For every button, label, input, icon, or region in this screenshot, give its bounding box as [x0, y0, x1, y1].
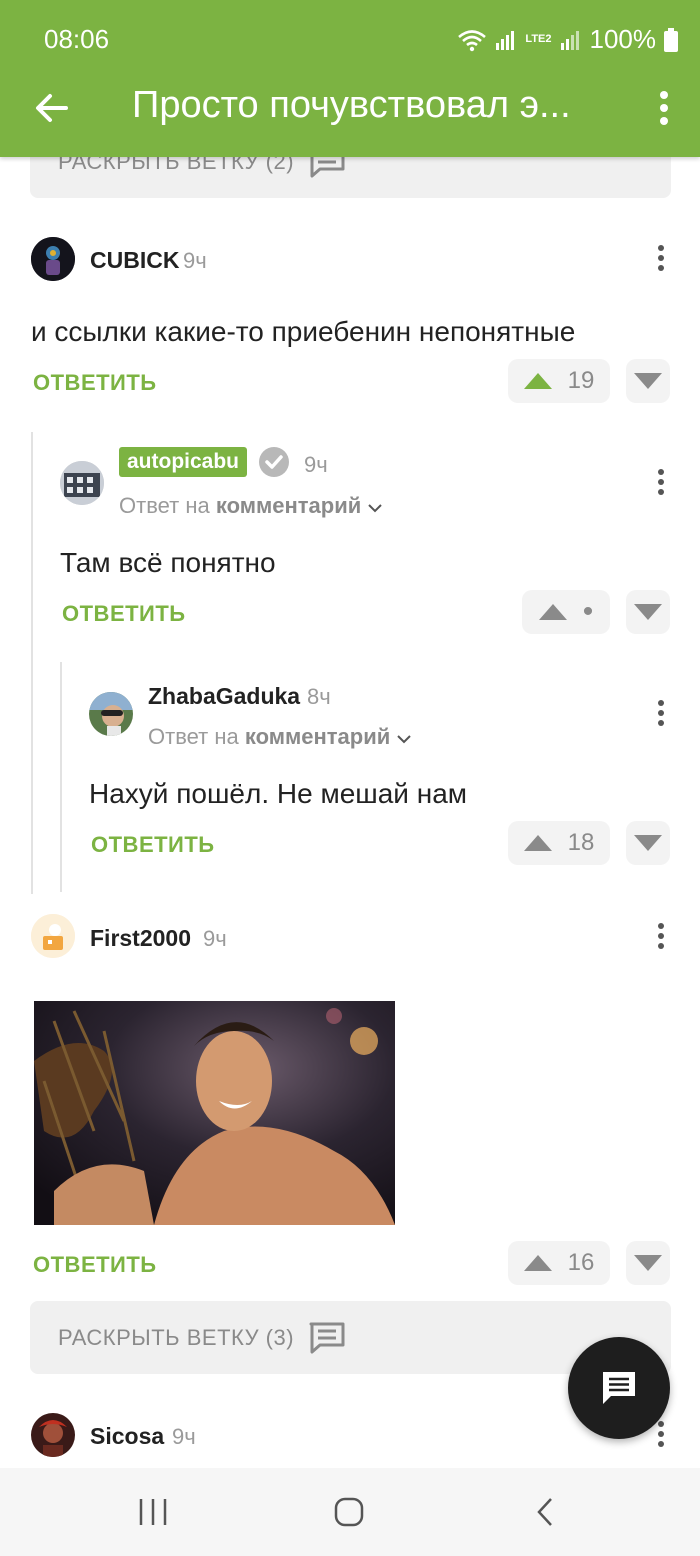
reply-button[interactable]: ОТВЕТИТЬ — [33, 370, 157, 396]
back-chevron-icon — [537, 1498, 552, 1526]
downvote-button[interactable] — [626, 821, 670, 865]
upvote-button[interactable]: • — [522, 590, 610, 634]
more-vert-icon[interactable] — [656, 699, 666, 727]
comment-time: 9ч — [203, 926, 227, 951]
comment-image[interactable] — [34, 1001, 395, 1225]
comment-time: 9ч — [172, 1424, 196, 1449]
reply-to-prefix: Ответ на — [119, 493, 210, 518]
avatar[interactable] — [31, 237, 75, 281]
more-vert-icon[interactable] — [656, 244, 666, 272]
avatar[interactable] — [31, 1413, 75, 1457]
status-icons: LTE2 100% — [457, 24, 678, 55]
app-bar: 08:06 LTE2 100% Просто почувствовал э... — [0, 0, 700, 157]
lte-label: LTE2 — [525, 33, 552, 45]
reply-to-target: комментарий — [244, 724, 391, 749]
arrow-up-icon — [523, 1255, 552, 1271]
chevron-down-icon — [397, 735, 412, 744]
more-vert-icon[interactable] — [656, 922, 666, 950]
avatar[interactable] — [31, 914, 75, 958]
write-comment-fab[interactable] — [568, 1337, 670, 1439]
thread-line — [60, 662, 62, 892]
home-button[interactable] — [327, 1490, 371, 1534]
comment-text: и ссылки какие-то приебенин непонятные — [31, 316, 576, 347]
avatar-image — [31, 914, 75, 958]
page-title: Просто почувствовал э... — [132, 84, 571, 126]
comment-text: Там всё понятно — [60, 547, 276, 578]
signal-icon — [496, 30, 515, 50]
system-back-button[interactable] — [523, 1490, 567, 1534]
username[interactable]: Sicosa — [90, 1423, 164, 1450]
username[interactable]: ZhabaGaduka — [148, 683, 300, 710]
reply-to-link[interactable]: Ответ на комментарий — [119, 493, 383, 519]
reply-to-link[interactable]: Ответ на комментарий — [148, 724, 412, 750]
arrow-down-icon — [634, 373, 662, 389]
comment-icon — [603, 1372, 635, 1404]
arrow-down-icon — [634, 1255, 662, 1271]
upvote-button[interactable]: 19 — [508, 359, 610, 403]
status-time: 08:06 — [44, 24, 110, 54]
back-button[interactable] — [30, 86, 74, 130]
expand-thread-label: РАСКРЫТЬ ВЕТКУ (3) — [58, 1324, 295, 1350]
comment-time: 9ч — [304, 452, 328, 477]
status-bar: 08:06 LTE2 100% — [0, 0, 700, 80]
arrow-up-icon — [523, 373, 552, 389]
comment-time: 9ч — [183, 248, 207, 273]
wifi-icon — [458, 29, 487, 51]
recent-apps-icon — [139, 1499, 167, 1525]
avatar-image — [31, 237, 75, 281]
username[interactable]: First2000 — [90, 925, 191, 952]
reply-button[interactable]: ОТВЕТИТЬ — [91, 832, 215, 858]
avatar[interactable] — [89, 692, 133, 736]
battery-icon — [664, 27, 678, 52]
reply-to-target: комментарий — [215, 493, 362, 518]
system-nav-bar — [0, 1468, 700, 1556]
reply-to-prefix: Ответ на — [148, 724, 239, 749]
more-vert-icon[interactable] — [656, 1420, 666, 1448]
avatar[interactable] — [60, 461, 104, 505]
arrow-down-icon — [634, 835, 662, 851]
avatar-image — [89, 692, 133, 736]
comment-time: 8ч — [307, 684, 331, 709]
verified-icon — [259, 447, 289, 477]
arrow-down-icon — [634, 604, 662, 620]
signal-icon-2 — [560, 30, 579, 50]
comment-text: Нахуй пошёл. Не мешай нам — [89, 778, 468, 809]
more-vert-icon[interactable] — [656, 468, 666, 496]
upvote-button[interactable]: 16 — [508, 1241, 610, 1285]
overflow-menu-button[interactable] — [652, 88, 676, 128]
rating-value: 19 — [567, 367, 595, 394]
app-screen: 08:06 LTE2 100% Просто почувствовал э...… — [0, 0, 700, 1556]
username-badge[interactable]: autopicabu — [119, 447, 248, 477]
username[interactable]: CUBICK — [90, 247, 179, 274]
avatar-image — [60, 461, 104, 505]
downvote-button[interactable] — [626, 590, 670, 634]
arrow-up-icon — [538, 604, 567, 620]
upvote-button[interactable]: 18 — [508, 821, 610, 865]
thread-line — [31, 432, 33, 894]
meme-photo — [34, 1001, 395, 1225]
downvote-button[interactable] — [626, 359, 670, 403]
arrow-up-icon — [523, 835, 552, 851]
comments-icon — [309, 1322, 345, 1353]
battery-percent: 100% — [589, 24, 657, 54]
reply-button[interactable]: ОТВЕТИТЬ — [33, 1252, 157, 1278]
rating-value: • — [582, 595, 594, 628]
rating-value: 16 — [567, 1249, 595, 1276]
downvote-button[interactable] — [626, 1241, 670, 1285]
home-icon — [334, 1497, 364, 1527]
reply-button[interactable]: ОТВЕТИТЬ — [62, 601, 186, 627]
rating-value: 18 — [567, 829, 595, 856]
recent-apps-button[interactable] — [131, 1490, 175, 1534]
more-vert-icon — [660, 91, 668, 125]
arrow-left-icon — [36, 94, 68, 122]
chevron-down-icon — [368, 504, 383, 513]
avatar-image — [31, 1413, 75, 1457]
